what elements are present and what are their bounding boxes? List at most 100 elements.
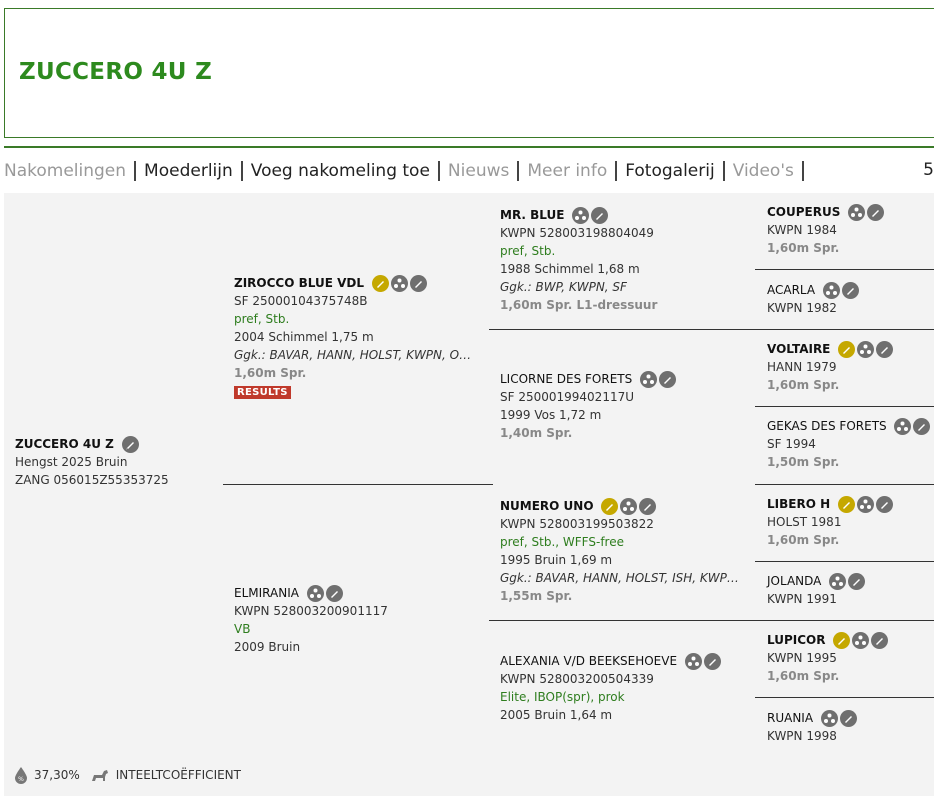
- horse-registration: SF 1994: [767, 437, 816, 451]
- horse-performance: 1,60m Spr.: [234, 366, 307, 380]
- syringe-icon[interactable]: [371, 275, 389, 292]
- pedigree-icon[interactable]: [894, 418, 912, 435]
- horse-predicates: Elite, IBOP(spr), prok: [500, 690, 625, 704]
- results-badge[interactable]: RESULTS: [234, 386, 291, 399]
- pedigree-icon[interactable]: [572, 207, 590, 224]
- tab-fotogalerij[interactable]: Fotogalerij: [617, 161, 725, 181]
- horse-studbooks: Ggk.: BAVAR, HANN, HOLST, KWPN, OS, RHEI…: [234, 348, 476, 362]
- divider: [755, 561, 934, 562]
- horse-registration: KWPN 1984: [767, 223, 837, 237]
- syringe-icon[interactable]: [838, 341, 856, 358]
- title-panel: ZUCCERO 4U Z: [4, 8, 934, 138]
- syringe-icon[interactable]: [833, 632, 851, 649]
- pedigree-icon[interactable]: [856, 496, 874, 513]
- ggp-horse: ACARLA KWPN 1982: [767, 281, 859, 317]
- edit-icon[interactable]: [591, 207, 609, 224]
- tab-nieuws[interactable]: Nieuws: [440, 161, 520, 181]
- divider: [755, 329, 934, 330]
- edit-icon[interactable]: [409, 275, 427, 292]
- tab-moederlijn[interactable]: Moederlijn: [136, 161, 243, 181]
- tab-overflow[interactable]: 5: [923, 160, 934, 180]
- pedigree-icon[interactable]: [857, 341, 875, 358]
- horse-registration: KWPN 1998: [767, 729, 837, 743]
- horse-name[interactable]: ALEXANIA V/D BEEKSEHOEVE: [500, 654, 677, 668]
- sire-horse: ZIROCCO BLUE VDL SF 25000104375748B pref…: [234, 274, 476, 400]
- horse-name[interactable]: COUPERUS: [767, 205, 840, 219]
- edit-icon[interactable]: [848, 573, 866, 590]
- pedigree-icon[interactable]: [829, 573, 847, 590]
- divider: [223, 484, 493, 485]
- page-title: ZUCCERO 4U Z: [19, 59, 213, 85]
- horse-details: 2004 Schimmel 1,75 m: [234, 330, 374, 344]
- edit-icon[interactable]: [121, 436, 139, 453]
- horse-name[interactable]: LICORNE DES FORETS: [500, 372, 632, 386]
- pedigree-icon[interactable]: [390, 275, 408, 292]
- sire-dam-horse: LICORNE DES FORETS SF 25000199402117U 19…: [500, 370, 677, 442]
- horse-details: Hengst 2025 Bruin: [15, 455, 128, 469]
- horse-name[interactable]: LIBERO H: [767, 497, 830, 511]
- ggp-horse: RUANIA KWPN 1998: [767, 709, 857, 745]
- pedigree-icon[interactable]: [640, 371, 658, 388]
- horse-registration: KWPN 1991: [767, 592, 837, 606]
- horse-name[interactable]: VOLTAIRE: [767, 342, 830, 356]
- pedigree-icon[interactable]: [852, 632, 870, 649]
- inbreeding-percent: 37,30%: [34, 768, 80, 782]
- edit-icon[interactable]: [659, 371, 677, 388]
- horse-name[interactable]: MR. BLUE: [500, 208, 564, 222]
- horse-performance: 1,60m Spr. L1-dressuur: [500, 298, 658, 312]
- horse-name[interactable]: ZIROCCO BLUE VDL: [234, 276, 364, 290]
- pedigree-icon[interactable]: [820, 710, 838, 727]
- ggp-horse: COUPERUS KWPN 1984 1,60m Spr.: [767, 203, 885, 257]
- horse-registration: KWPN 1982: [767, 301, 837, 315]
- tab-videos[interactable]: Video's: [725, 161, 804, 181]
- divider: [755, 269, 934, 270]
- edit-icon[interactable]: [875, 496, 893, 513]
- divider: [755, 620, 934, 621]
- horse-predicates: VB: [234, 622, 251, 636]
- edit-icon[interactable]: [703, 653, 721, 670]
- ggp-horse: GEKAS DES FORETS SF 1994 1,50m Spr.: [767, 417, 931, 471]
- horse-name[interactable]: RUANIA: [767, 711, 813, 725]
- pedigree-icon[interactable]: [822, 282, 840, 299]
- horse-studbooks: Ggk.: BAVAR, HANN, HOLST, ISH, KWPN, MIP…: [500, 571, 742, 585]
- horse-registration: HOLST 1981: [767, 515, 842, 529]
- pedigree-icon[interactable]: [684, 653, 702, 670]
- drop-percent-icon: %: [15, 767, 27, 784]
- ggp-horse: LUPICOR KWPN 1995 1,60m Spr.: [767, 631, 889, 685]
- edit-icon[interactable]: [325, 585, 343, 602]
- tab-meer-info[interactable]: Meer info: [519, 161, 618, 181]
- horse-name[interactable]: LUPICOR: [767, 633, 825, 647]
- syringe-icon[interactable]: [837, 496, 855, 513]
- horse-details: 1995 Bruin 1,69 m: [500, 553, 613, 567]
- horse-name[interactable]: ACARLA: [767, 283, 815, 297]
- ggp-horse: JOLANDA KWPN 1991: [767, 572, 866, 608]
- horse-name[interactable]: JOLANDA: [767, 574, 821, 588]
- horse-name[interactable]: ELMIRANIA: [234, 586, 299, 600]
- horse-icon: [91, 770, 108, 781]
- edit-icon[interactable]: [871, 632, 889, 649]
- inbreeding-label[interactable]: INTEELTCOËFFICIENT: [116, 768, 241, 782]
- edit-icon[interactable]: [639, 498, 657, 515]
- edit-icon[interactable]: [867, 204, 885, 221]
- edit-icon[interactable]: [841, 282, 859, 299]
- syringe-icon[interactable]: [601, 498, 619, 515]
- horse-name[interactable]: GEKAS DES FORETS: [767, 419, 887, 433]
- horse-registration: KWPN 528003198804049: [500, 226, 654, 240]
- edit-icon[interactable]: [876, 341, 894, 358]
- tab-nav: Nakomelingen Moederlijn Voeg nakomeling …: [4, 158, 804, 184]
- edit-icon[interactable]: [839, 710, 857, 727]
- tab-voeg-nakomeling-toe[interactable]: Voeg nakomeling toe: [243, 161, 440, 181]
- ggp-horse: LIBERO H HOLST 1981 1,60m Spr.: [767, 495, 893, 549]
- tab-nakomelingen[interactable]: Nakomelingen: [4, 161, 137, 181]
- divider: [489, 329, 757, 330]
- pedigree-icon[interactable]: [620, 498, 638, 515]
- horse-performance: 1,60m Spr.: [767, 378, 840, 392]
- horse-registration: SF 25000104375748B: [234, 294, 368, 308]
- divider: [755, 406, 934, 407]
- horse-name[interactable]: ZUCCERO 4U Z: [15, 437, 114, 451]
- pedigree-icon[interactable]: [848, 204, 866, 221]
- edit-icon[interactable]: [913, 418, 931, 435]
- pedigree-icon[interactable]: [306, 585, 324, 602]
- horse-details: 1988 Schimmel 1,68 m: [500, 262, 640, 276]
- horse-name[interactable]: NUMERO UNO: [500, 499, 594, 513]
